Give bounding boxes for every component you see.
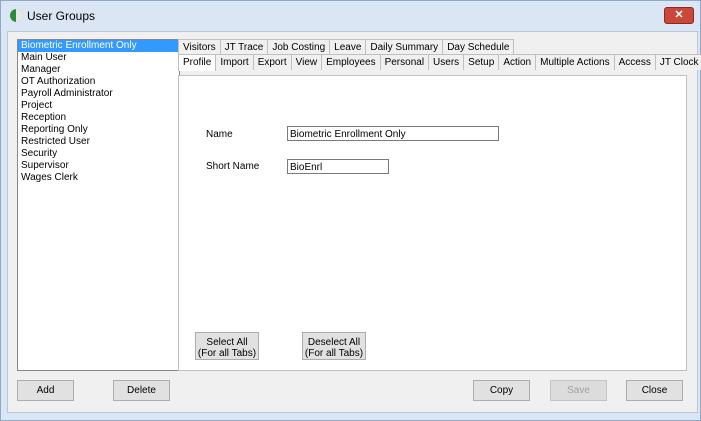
group-item[interactable]: Wages Clerk bbox=[18, 172, 179, 184]
user-groups-window: User Groups ✕ Biometric Enrollment Only M… bbox=[0, 0, 701, 421]
title-bar: User Groups ✕ bbox=[1, 1, 700, 31]
app-icon bbox=[10, 9, 23, 22]
group-item[interactable]: Reception bbox=[18, 112, 179, 124]
permissions-panel: Visitors JT Trace Job Costing Leave Daily Su… bbox=[178, 39, 701, 371]
select-all-label: Select All (For all Tabs) bbox=[196, 333, 258, 359]
window-title: User Groups bbox=[27, 9, 96, 23]
client-area: Biometric Enrollment Only Main User Manage… bbox=[7, 31, 701, 413]
tab-export[interactable]: Export bbox=[252, 54, 292, 70]
tab-setup[interactable]: Setup bbox=[463, 54, 500, 70]
delete-button[interactable]: Delete bbox=[113, 380, 170, 401]
name-field[interactable]: Biometric Enrollment Only bbox=[287, 126, 499, 141]
tab-jt-trace[interactable]: JT Trace bbox=[219, 39, 269, 55]
group-item[interactable]: Supervisor bbox=[18, 160, 179, 172]
group-item[interactable]: Manager bbox=[18, 64, 179, 76]
profile-tab-content: Name Biometric Enrollment Only Short Nam… bbox=[178, 75, 687, 371]
tab-view[interactable]: View bbox=[290, 54, 323, 70]
short-name-field[interactable]: BioEnrl bbox=[287, 159, 389, 174]
tab-personal[interactable]: Personal bbox=[379, 54, 430, 70]
tab-action[interactable]: Action bbox=[498, 54, 537, 70]
group-item[interactable]: Restricted User bbox=[18, 136, 179, 148]
tab-job-costing[interactable]: Job Costing bbox=[267, 39, 331, 55]
add-button[interactable]: Add bbox=[17, 380, 74, 401]
deselect-all-line1: Deselect All bbox=[307, 337, 361, 348]
group-item[interactable]: Project bbox=[18, 100, 179, 112]
group-item[interactable]: Main User bbox=[18, 52, 179, 64]
select-all-line2: (For all Tabs) bbox=[197, 348, 257, 359]
tab-leave[interactable]: Leave bbox=[329, 39, 367, 55]
select-all-line1: Select All bbox=[206, 337, 248, 348]
tab-import[interactable]: Import bbox=[215, 54, 254, 70]
group-item[interactable]: OT Authorization bbox=[18, 76, 179, 88]
tab-employees[interactable]: Employees bbox=[321, 54, 381, 70]
deselect-all-label: Deselect All (For all Tabs) bbox=[303, 333, 365, 359]
short-name-label: Short Name bbox=[206, 161, 260, 172]
tab-row-front: Profile Import Export View Employees Personal… bbox=[178, 54, 701, 71]
tab-row-back: Visitors JT Trace Job Costing Leave Daily Su… bbox=[178, 39, 515, 55]
tab-daily-summary[interactable]: Daily Summary bbox=[365, 39, 444, 55]
group-item[interactable]: Payroll Administrator bbox=[18, 88, 179, 100]
tab-profile[interactable]: Profile bbox=[178, 54, 217, 71]
tab-jt-clock[interactable]: JT Clock bbox=[654, 54, 701, 70]
deselect-all-line2: (For all Tabs) bbox=[304, 348, 364, 359]
select-all-button[interactable]: Select All (For all Tabs) bbox=[195, 332, 259, 360]
tab-multiple-actions[interactable]: Multiple Actions bbox=[535, 54, 615, 70]
group-item[interactable]: Reporting Only bbox=[18, 124, 179, 136]
group-item[interactable]: Security bbox=[18, 148, 179, 160]
copy-button[interactable]: Copy bbox=[473, 380, 530, 401]
tab-visitors[interactable]: Visitors bbox=[178, 39, 221, 55]
group-item[interactable]: Biometric Enrollment Only bbox=[18, 40, 179, 52]
deselect-all-button[interactable]: Deselect All (For all Tabs) bbox=[302, 332, 366, 360]
window-close-button[interactable]: ✕ bbox=[664, 7, 694, 24]
name-label: Name bbox=[206, 129, 233, 140]
tab-users[interactable]: Users bbox=[428, 54, 465, 70]
tab-access[interactable]: Access bbox=[613, 54, 656, 70]
save-button[interactable]: Save bbox=[550, 380, 607, 401]
close-button[interactable]: Close bbox=[626, 380, 683, 401]
user-group-list[interactable]: Biometric Enrollment Only Main User Manage… bbox=[17, 39, 180, 371]
tab-day-schedule[interactable]: Day Schedule bbox=[442, 39, 515, 55]
